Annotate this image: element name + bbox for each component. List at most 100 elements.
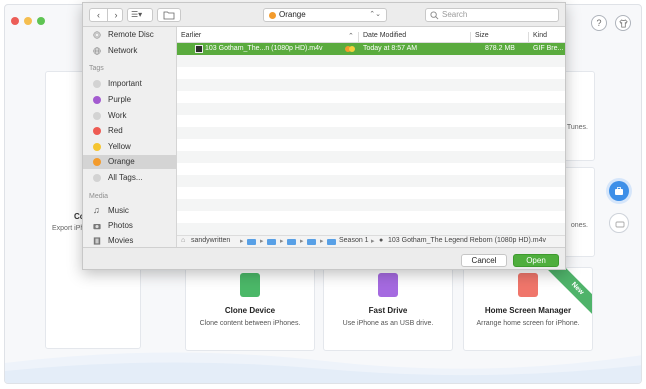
path-user[interactable]: sandywritten (191, 237, 230, 244)
film-icon (93, 237, 101, 245)
tag-dot-icon (93, 112, 101, 120)
skin-button[interactable] (615, 15, 631, 31)
dialog-sidebar: Remote Disc Network Tags Important Purpl… (83, 27, 177, 247)
sidebar-item-work[interactable]: Work (83, 109, 177, 123)
column-header-row: Earlier ⌃ Date Modified Size Kind (177, 31, 565, 43)
sidebar-item-label: Network (108, 46, 138, 55)
back-forward-control: ‹ › (89, 8, 123, 22)
sidebar-item-label: Orange (108, 157, 135, 166)
path-file[interactable]: 103 Gotham_The Legend Reborn (1080p HD).… (388, 237, 546, 244)
window-controls (11, 17, 45, 25)
video-file-icon (195, 45, 203, 53)
fast-drive-icon (378, 273, 398, 297)
disc-icon (93, 31, 101, 39)
toolbox-icon (615, 187, 623, 195)
location-label: Orange (279, 10, 306, 19)
help-button[interactable]: ? (591, 15, 607, 31)
dialog-footer: Cancel Open (83, 247, 565, 269)
sidebar-item-remote-disc[interactable]: Remote Disc (83, 28, 177, 42)
list-view-icon: ☰▾ (131, 10, 143, 19)
file-list: Earlier ⌃ Date Modified Size Kind 103 Go… (177, 27, 565, 235)
dialog-toolbar: ‹ › ☰▾ Orange ⌃⌄ Search (83, 3, 565, 27)
toolkit-button[interactable] (609, 181, 629, 201)
search-placeholder: Search (442, 10, 468, 19)
folder-icon[interactable] (247, 239, 256, 245)
video-file-icon: ● (379, 237, 384, 244)
home-screen-manager-card[interactable]: New Home Screen Manager Arrange home scr… (463, 267, 593, 351)
tag-dot-icon (93, 80, 101, 88)
home-icon: ⌂ (181, 237, 186, 244)
clone-device-icon (240, 273, 260, 297)
file-name: 103 Gotham_The...n (1080p HD).m4v (205, 45, 323, 52)
globe-icon (93, 47, 101, 55)
sidebar-item-label: Red (108, 126, 123, 135)
close-window-button[interactable] (11, 17, 19, 25)
folder-icon[interactable] (287, 239, 296, 245)
tag-dot-icon (93, 127, 101, 135)
card-description: Export iPh (52, 225, 85, 232)
sidebar-item-all-tags[interactable]: All Tags... (83, 171, 177, 185)
sidebar-item-label: Movies (108, 236, 134, 245)
tag-dot-icon (93, 143, 101, 151)
column-separator (528, 32, 529, 42)
sidebar-item-label: Important (108, 79, 142, 88)
sidebar-item-purple[interactable]: Purple (83, 93, 177, 107)
column-header-kind[interactable]: Kind (533, 32, 547, 39)
open-button[interactable]: Open (513, 254, 559, 267)
back-button[interactable]: ‹ (90, 9, 107, 21)
device-icon (615, 221, 625, 228)
file-kind: GIF Bre... (533, 45, 564, 52)
folder-icon (163, 11, 175, 20)
sidebar-item-label: Remote Disc (108, 30, 154, 39)
sidebar-item-label: Purple (108, 95, 132, 104)
location-dropdown[interactable]: Orange ⌃⌄ (263, 8, 387, 22)
view-options-button[interactable]: ☰▾ (127, 8, 153, 22)
sidebar-item-label: Work (108, 111, 127, 120)
sidebar-item-label: Photos (108, 221, 133, 230)
feature-description: Clone content between iPhones. (199, 320, 301, 327)
tag-dot-icon (93, 174, 101, 182)
table-row-selected[interactable]: 103 Gotham_The...n (1080p HD).m4v Today … (177, 43, 565, 55)
device-button[interactable] (609, 213, 629, 233)
yellow-tag-icon (349, 46, 355, 52)
path-season[interactable]: Season 1 (339, 237, 369, 244)
card-description: ones. (570, 222, 588, 229)
sidebar-item-important[interactable]: Important (83, 77, 177, 91)
path-arrow-icon: ▸ (280, 238, 284, 245)
tag-dot-icon (93, 158, 101, 166)
zoom-window-button[interactable] (37, 17, 45, 25)
cancel-button[interactable]: Cancel (461, 254, 507, 267)
folder-icon[interactable] (267, 239, 276, 245)
minimize-window-button[interactable] (24, 17, 32, 25)
sidebar-item-label: Yellow (108, 142, 131, 151)
sidebar-item-orange[interactable]: Orange (83, 155, 177, 169)
home-screen-icon (518, 273, 538, 297)
column-header-size[interactable]: Size (475, 32, 489, 39)
tags-section-header: Tags (89, 65, 104, 72)
sidebar-item-movies[interactable]: Movies (83, 234, 177, 248)
sidebar-item-label: Music (108, 206, 129, 215)
sidebar-item-photos[interactable]: Photos (83, 219, 177, 233)
folder-icon[interactable] (327, 239, 336, 245)
search-field[interactable]: Search (425, 8, 559, 22)
forward-button[interactable]: › (107, 9, 124, 21)
tshirt-icon (619, 19, 628, 28)
sidebar-item-red[interactable]: Red (83, 124, 177, 138)
new-folder-button[interactable] (157, 8, 181, 22)
sidebar-item-music[interactable]: ♫ Music (83, 204, 177, 218)
path-arrow-icon: ▸ (260, 238, 264, 245)
column-header-name[interactable]: Earlier (181, 32, 201, 39)
path-arrow-icon: ▸ (320, 238, 324, 245)
sidebar-item-network[interactable]: Network (83, 44, 177, 58)
sidebar-item-yellow[interactable]: Yellow (83, 140, 177, 154)
fast-drive-card[interactable]: Fast Drive Use iPhone as an USB drive. (323, 267, 453, 351)
feature-description: Arrange home screen for iPhone. (476, 320, 580, 327)
path-bar: ⌂ sandywritten ▸ ▸ ▸ ▸ ▸ Season 1 ▸ ● 10… (177, 235, 565, 247)
column-header-date[interactable]: Date Modified (363, 32, 406, 39)
chevron-up-icon: ⌃ (348, 33, 354, 40)
file-date: Today at 8:57 AM (363, 45, 418, 52)
card-description: Tunes. (566, 124, 588, 131)
orange-tag-icon (269, 12, 276, 19)
folder-icon[interactable] (307, 239, 316, 245)
clone-device-card[interactable]: Clone Device Clone content between iPhon… (185, 267, 315, 351)
